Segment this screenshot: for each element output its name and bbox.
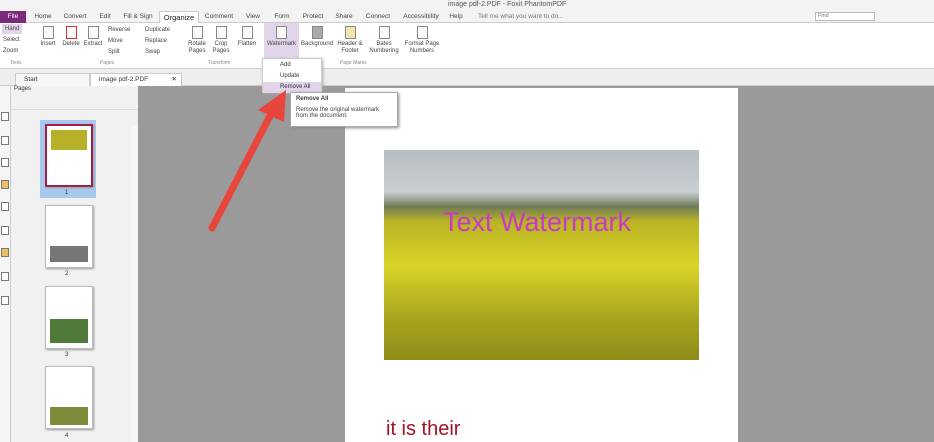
- red-arrow-annotation: [208, 90, 286, 232]
